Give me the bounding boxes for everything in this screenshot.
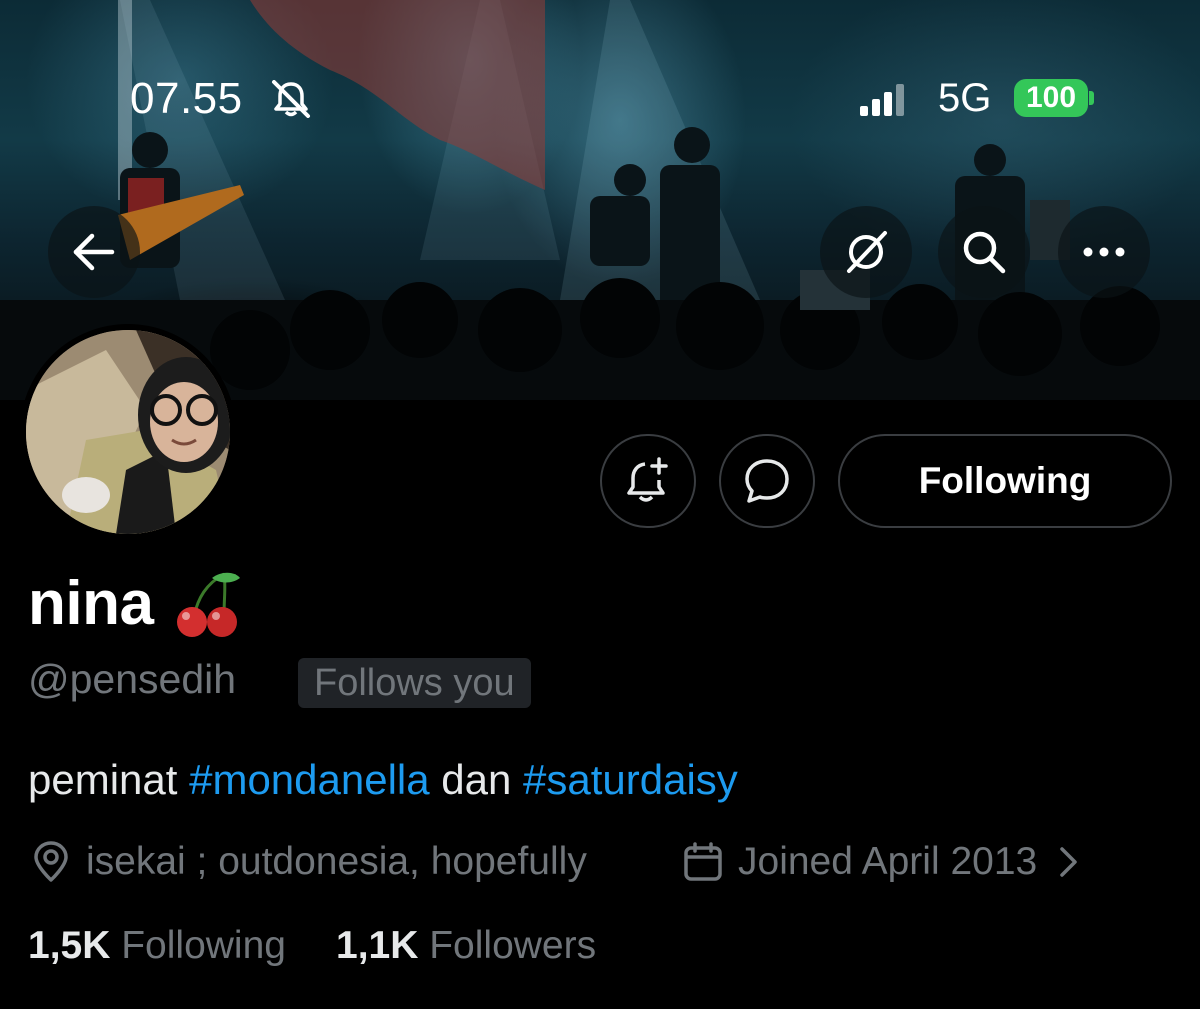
calendar-icon <box>684 842 722 881</box>
following-label: Following <box>121 924 286 967</box>
joined-text: Joined April 2013 <box>738 840 1038 883</box>
hashtag-link[interactable]: #mondanella <box>189 756 430 803</box>
grok-icon <box>847 231 887 273</box>
bio: peminat #mondanella dan #saturdaisy <box>28 756 738 804</box>
location-pin-icon <box>34 841 68 882</box>
status-time: 07.55 <box>130 74 243 123</box>
message-button[interactable] <box>719 434 815 528</box>
location: isekai ; outdonesia, hopefully <box>30 838 587 886</box>
followers-count: 1,1K <box>336 924 419 967</box>
battery-indicator: 100 <box>1014 79 1088 117</box>
chevron-right-icon <box>1060 847 1077 877</box>
followers-stat[interactable]: 1,1K Followers <box>336 924 596 968</box>
back-arrow-icon <box>73 233 115 271</box>
following-count: 1,5K <box>28 924 111 967</box>
bell-off-icon <box>272 80 310 118</box>
location-text: isekai ; outdonesia, hopefully <box>86 840 587 883</box>
hashtag-link[interactable]: #saturdaisy <box>523 756 738 803</box>
grok-button[interactable] <box>820 206 912 298</box>
search-button[interactable] <box>938 206 1030 298</box>
network-type: 5G <box>938 76 992 120</box>
avatar-photo <box>26 330 230 534</box>
more-button[interactable] <box>1058 206 1150 298</box>
bio-text: dan <box>429 756 524 803</box>
follows-you-badge: Follows you <box>298 658 531 708</box>
message-icon <box>745 459 789 503</box>
user-handle: @pensedih <box>28 656 237 702</box>
avatar[interactable] <box>20 324 236 540</box>
bio-text: peminat <box>28 756 190 803</box>
joined-date[interactable]: Joined April 2013 <box>682 838 1081 886</box>
signal-icon <box>860 84 904 116</box>
followers-label: Followers <box>429 924 597 967</box>
display-name: nina <box>28 569 154 638</box>
notification-bell-icon <box>627 457 668 502</box>
following-stat[interactable]: 1,5K Following <box>28 924 286 968</box>
following-button[interactable]: Following <box>838 434 1172 528</box>
battery-tip <box>1089 91 1094 105</box>
back-button[interactable] <box>48 206 140 298</box>
more-icon <box>1083 247 1125 257</box>
cherry-emoji <box>177 572 240 637</box>
notifications-button[interactable] <box>600 434 696 528</box>
search-icon <box>963 231 1006 274</box>
